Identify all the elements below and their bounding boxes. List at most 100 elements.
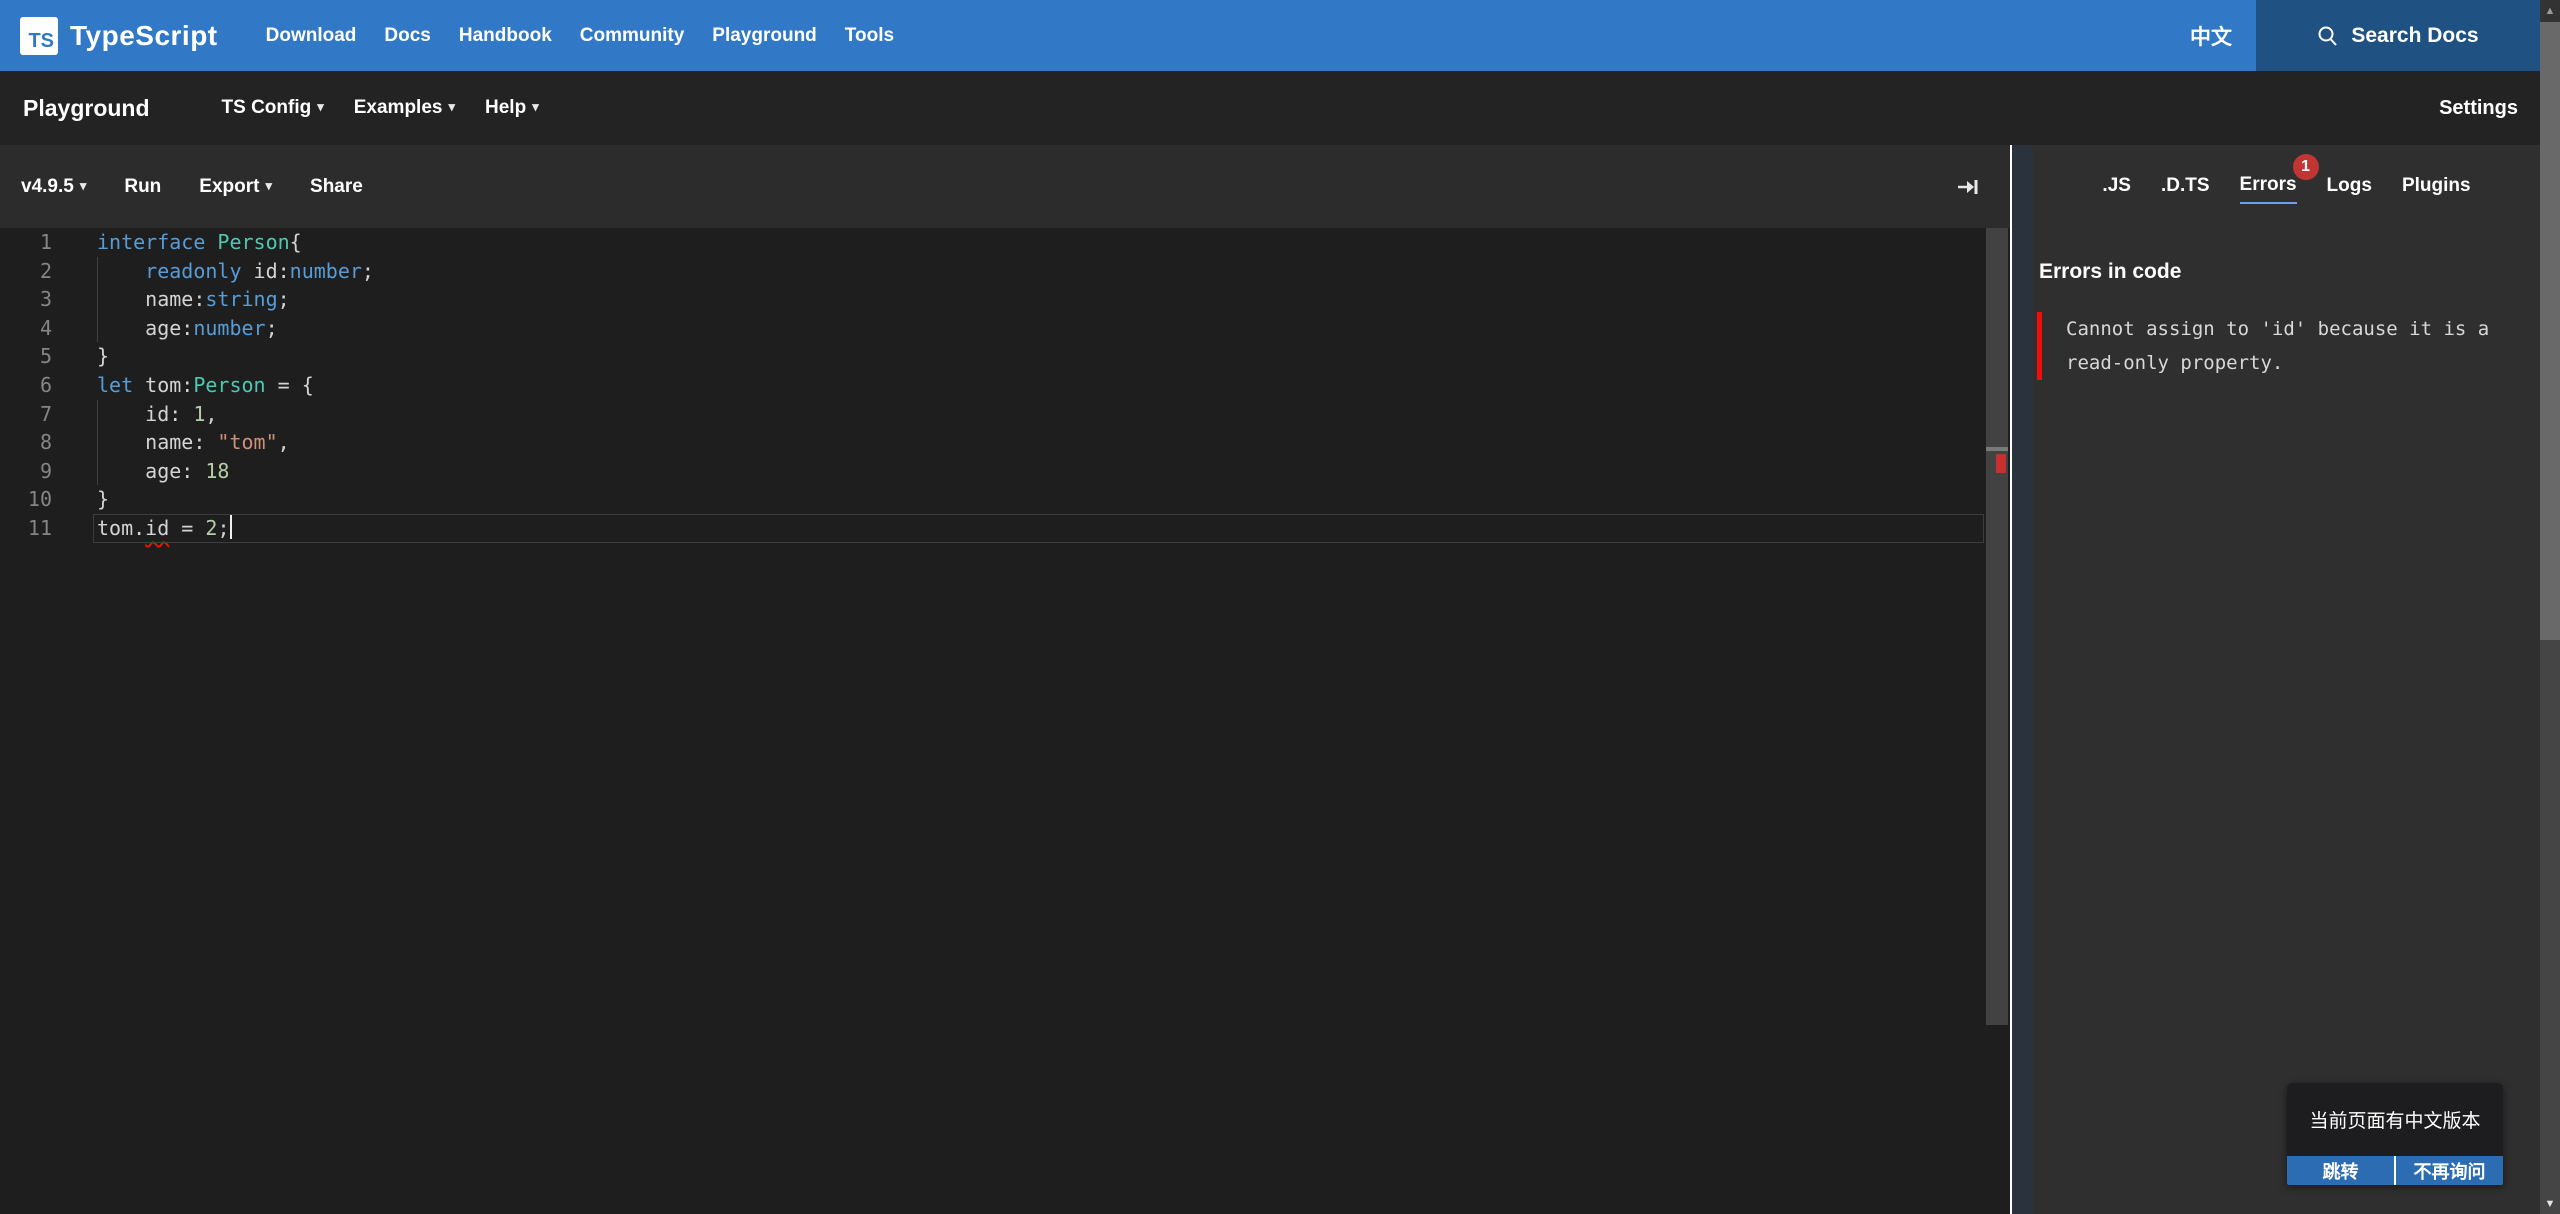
token: number bbox=[193, 316, 265, 340]
tab-d-ts[interactable]: .D.TS bbox=[2161, 171, 2210, 203]
token: age: bbox=[97, 459, 205, 483]
share-button[interactable]: Share bbox=[310, 176, 363, 198]
overview-ruler-error-marker bbox=[1996, 454, 2006, 473]
code-line-8[interactable]: 8 name: "tom", bbox=[0, 428, 2010, 457]
nav-item-playground[interactable]: Playground bbox=[712, 25, 817, 47]
code-text: name: "tom", bbox=[52, 428, 290, 457]
run-button[interactable]: Run bbox=[124, 176, 161, 198]
error-list: Cannot assign to 'id' because it is a re… bbox=[2033, 312, 2540, 380]
line-number: 10 bbox=[0, 485, 52, 514]
code-line-10[interactable]: 10} bbox=[0, 485, 2010, 514]
indent-guide bbox=[97, 257, 98, 286]
overview-ruler-cursor-marker bbox=[1986, 447, 2008, 451]
code-line-2[interactable]: 2 readonly id:number; bbox=[0, 257, 2010, 286]
nav-item-handbook[interactable]: Handbook bbox=[459, 25, 552, 47]
code-line-9[interactable]: 9 age: 18 bbox=[0, 457, 2010, 486]
line-number: 9 bbox=[0, 457, 52, 486]
tab-plugins[interactable]: Plugins bbox=[2402, 171, 2471, 203]
tab-errors[interactable]: Errors1 bbox=[2240, 170, 2297, 204]
token: id: bbox=[242, 259, 290, 283]
token bbox=[97, 259, 145, 283]
version-dropdown[interactable]: v4.9.5▾ bbox=[21, 176, 86, 198]
nav-menu: Download Docs Handbook Community Playground T… bbox=[266, 25, 894, 47]
settings-button[interactable]: Settings bbox=[2439, 97, 2518, 120]
code-line-3[interactable]: 3 name:string; bbox=[0, 285, 2010, 314]
code-text: age: 18 bbox=[52, 457, 229, 486]
token: readonly bbox=[145, 259, 241, 283]
sidebar-content: .JS.D.TSErrors1LogsPlugins Errors in cod… bbox=[2033, 145, 2540, 1214]
code-text: tom.id = 2; bbox=[52, 514, 232, 543]
token: 18 bbox=[205, 459, 229, 483]
page-scrollbar-thumb[interactable] bbox=[2540, 22, 2560, 640]
nav-item-community[interactable]: Community bbox=[580, 25, 685, 47]
popup-message: 当前页面有中文版本 bbox=[2287, 1083, 2503, 1156]
indent-guide bbox=[97, 400, 98, 429]
code-line-11[interactable]: 11tom.id = 2; bbox=[0, 514, 2010, 543]
chinese-version-popup: 当前页面有中文版本 跳转不再询问 bbox=[2287, 1083, 2503, 1185]
token: string bbox=[205, 287, 277, 311]
code-line-5[interactable]: 5} bbox=[0, 342, 2010, 371]
menu-help[interactable]: Help▾ bbox=[485, 97, 539, 119]
error-count-badge: 1 bbox=[2293, 154, 2319, 180]
token: number bbox=[290, 259, 362, 283]
editor-toolbar: v4.9.5▾ Run Export▾ Share bbox=[0, 145, 2010, 228]
code-line-1[interactable]: 1interface Person{ bbox=[0, 228, 2010, 257]
code-lines: 1interface Person{2 readonly id:number;3… bbox=[0, 228, 2010, 543]
search-docs-button[interactable]: Search Docs bbox=[2256, 0, 2540, 71]
token: let bbox=[97, 373, 133, 397]
popup-go-button[interactable]: 跳转 bbox=[2287, 1156, 2394, 1185]
page-title: Playground bbox=[23, 95, 150, 122]
scroll-down-arrow-icon[interactable]: ▼ bbox=[2540, 1198, 2560, 1210]
token: , bbox=[205, 402, 217, 426]
typescript-logo-icon[interactable]: TS bbox=[20, 17, 58, 55]
menu-ts-config[interactable]: TS Config▾ bbox=[222, 97, 324, 119]
language-toggle-link[interactable]: 中文 bbox=[2190, 21, 2232, 51]
token: tom. bbox=[97, 516, 145, 540]
token: , bbox=[278, 430, 290, 454]
token: 2 bbox=[205, 516, 217, 540]
code-text: age:number; bbox=[52, 314, 278, 343]
code-line-4[interactable]: 4 age:number; bbox=[0, 314, 2010, 343]
scroll-up-arrow-icon[interactable]: ▲ bbox=[2540, 0, 2560, 22]
code-text: id: 1, bbox=[52, 400, 217, 429]
code-text: readonly id:number; bbox=[52, 257, 374, 286]
code-text: } bbox=[52, 485, 109, 514]
site-title[interactable]: TypeScript bbox=[70, 20, 218, 52]
line-number: 7 bbox=[0, 400, 52, 429]
chevron-down-icon: ▾ bbox=[80, 178, 87, 193]
code-line-7[interactable]: 7 id: 1, bbox=[0, 400, 2010, 429]
page-scrollbar[interactable]: ▲ ▼ bbox=[2540, 0, 2560, 1214]
popup-dismiss-button[interactable]: 不再询问 bbox=[2394, 1156, 2503, 1185]
chevron-down-icon: ▾ bbox=[532, 99, 539, 114]
token: ; bbox=[362, 259, 374, 283]
nav-item-tools[interactable]: Tools bbox=[845, 25, 894, 47]
current-line-highlight bbox=[93, 514, 1984, 543]
code-text: let tom:Person = { bbox=[52, 371, 314, 400]
code-editor[interactable]: 1interface Person{2 readonly id:number;3… bbox=[0, 228, 2010, 1214]
token: tom: bbox=[133, 373, 193, 397]
token: } bbox=[97, 344, 109, 368]
sidebar-resize-handle[interactable] bbox=[2012, 145, 2033, 1214]
code-line-6[interactable]: 6let tom:Person = { bbox=[0, 371, 2010, 400]
export-dropdown[interactable]: Export▾ bbox=[199, 176, 272, 198]
line-number: 8 bbox=[0, 428, 52, 457]
indent-guide bbox=[97, 457, 98, 486]
token: } bbox=[97, 487, 109, 511]
error-underlined-token: id bbox=[145, 516, 169, 540]
tab-js[interactable]: .JS bbox=[2102, 171, 2131, 203]
token: name: bbox=[97, 430, 217, 454]
token: = { bbox=[266, 373, 314, 397]
code-text: name:string; bbox=[52, 285, 290, 314]
token: id: bbox=[97, 402, 193, 426]
chevron-down-icon: ▾ bbox=[317, 99, 324, 114]
text-cursor bbox=[230, 515, 232, 539]
collapse-sidebar-button[interactable] bbox=[1956, 176, 1982, 198]
main-row: v4.9.5▾ Run Export▾ Share 1interface Per… bbox=[0, 145, 2540, 1214]
editor-scrollbar[interactable] bbox=[1986, 228, 2008, 1025]
menu-examples[interactable]: Examples▾ bbox=[354, 97, 455, 119]
nav-item-docs[interactable]: Docs bbox=[384, 25, 430, 47]
indent-guide bbox=[97, 285, 98, 314]
nav-item-download[interactable]: Download bbox=[266, 25, 357, 47]
tab-logs[interactable]: Logs bbox=[2327, 171, 2372, 203]
line-number: 5 bbox=[0, 342, 52, 371]
